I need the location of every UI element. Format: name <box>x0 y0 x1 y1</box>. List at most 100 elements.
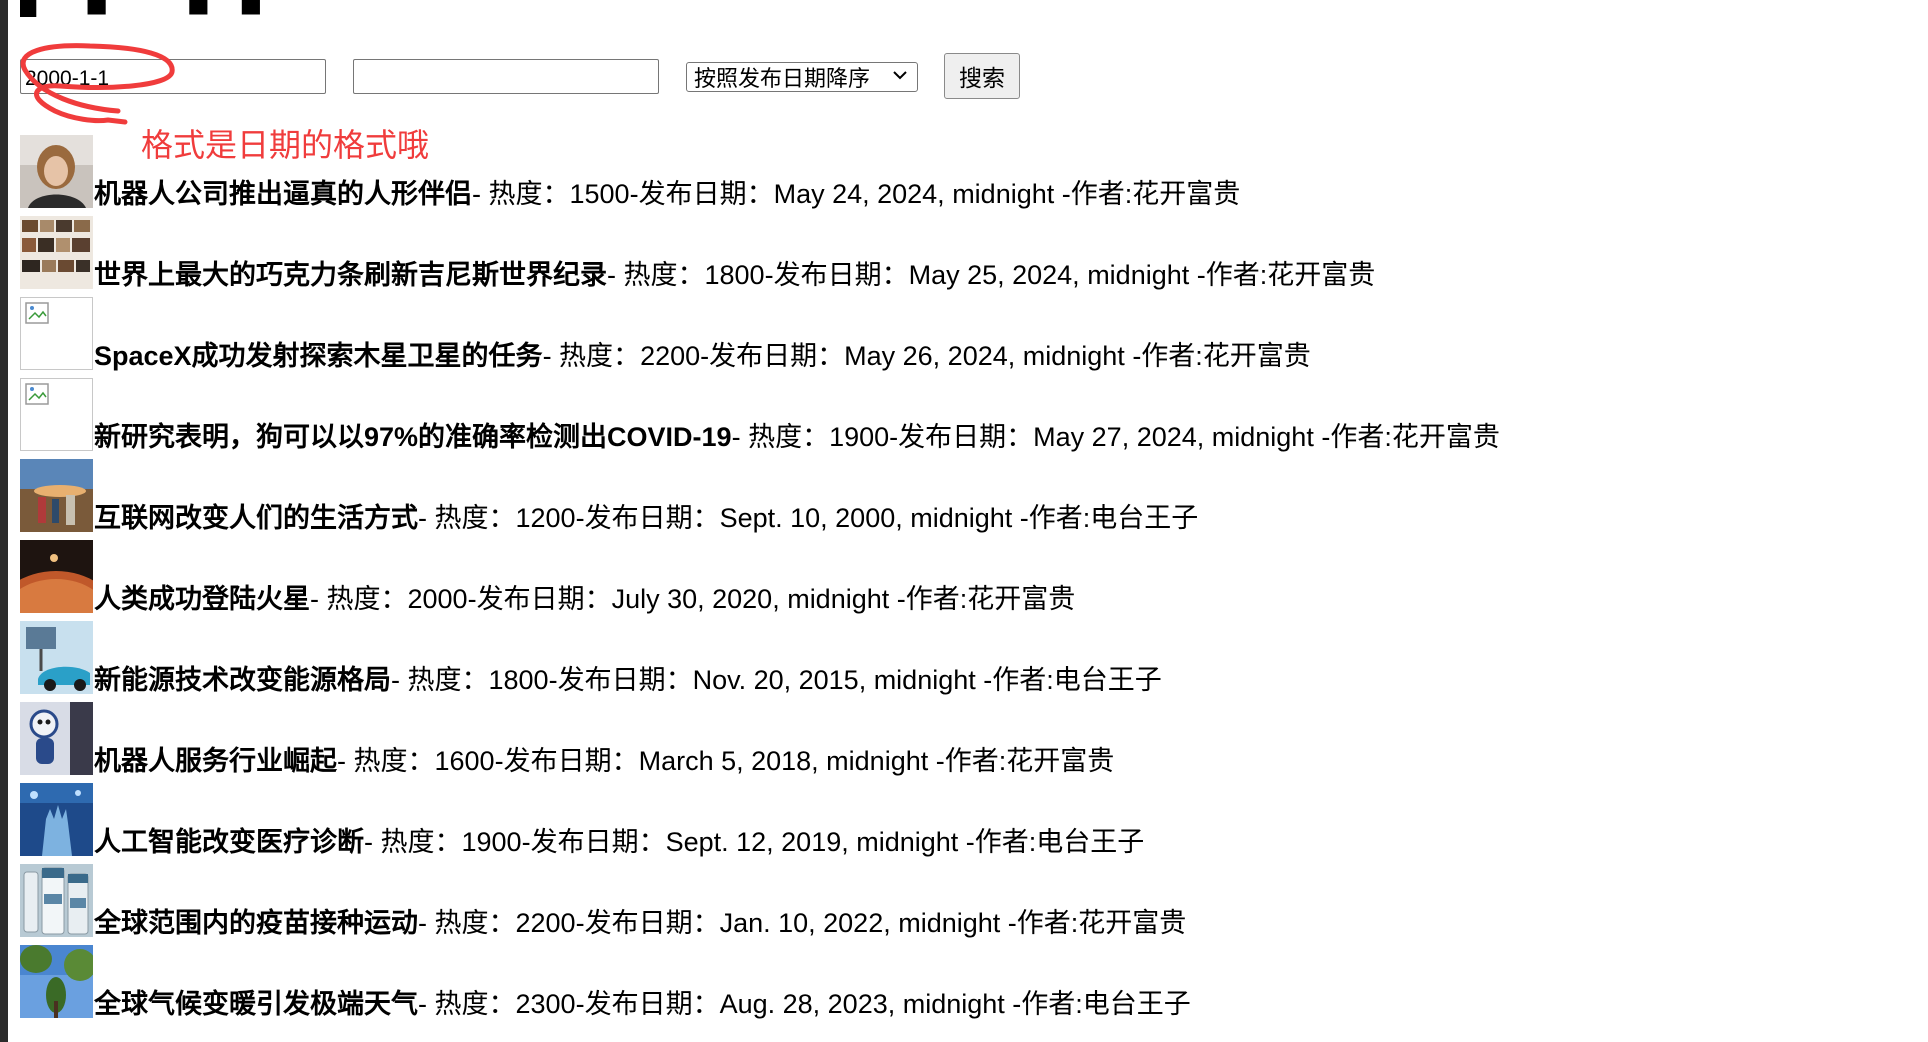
news-line: SpaceX成功发射探索木星卫星的任务- 热度：2200-发布日期：May 26… <box>94 340 1311 372</box>
author-label: -作者: <box>1012 503 1091 533</box>
news-title-link[interactable]: 全球范围内的疫苗接种运动 <box>94 908 418 938</box>
heat-label: - 热度： <box>391 665 489 695</box>
author-label: -作者: <box>1000 908 1079 938</box>
author-label: -作者: <box>889 584 968 614</box>
news-title-link[interactable]: 全球气候变暖引发极端天气 <box>94 989 418 1019</box>
news-title-link[interactable]: 互联网改变人们的生活方式 <box>94 503 418 533</box>
date-label: -发布日期： <box>467 584 612 614</box>
start-date-input[interactable] <box>20 59 326 94</box>
news-line: 世界上最大的巧克力条刷新吉尼斯世界纪录- 热度：1800-发布日期：May 25… <box>94 259 1375 291</box>
annotation-text: 格式是日期的格式哦 <box>141 127 430 163</box>
date-label: -发布日期： <box>521 827 666 857</box>
author-name: 花开富贵 <box>1391 422 1500 452</box>
heat-value: 1200 <box>515 503 576 533</box>
publish-date: May 25, 2024, midnight <box>908 260 1190 290</box>
news-line: 新研究表明，狗可以以97%的准确率检测出COVID-19- 热度：1900-发布… <box>94 421 1500 453</box>
heat-label: - 热度： <box>364 827 462 857</box>
publish-date: July 30, 2020, midnight <box>611 584 890 614</box>
publish-date: May 24, 2024, midnight <box>773 179 1055 209</box>
portrait-image <box>20 135 93 208</box>
date-label: -发布日期： <box>548 665 693 695</box>
author-label: -作者: <box>1313 422 1392 452</box>
news-line: 新能源技术改变能源格局- 热度：1800-发布日期：Nov. 20, 2015,… <box>94 664 1162 696</box>
author-name: 电台王子 <box>1090 503 1199 533</box>
author-name: 花开富贵 <box>1132 179 1241 209</box>
vaccine-vials-image <box>20 864 93 937</box>
sort-order-select[interactable]: 按照发布日期降序 <box>686 62 918 92</box>
heat-label: - 热度： <box>418 908 516 938</box>
news-title-link[interactable]: 机器人服务行业崛起 <box>94 746 337 776</box>
search-button[interactable]: 搜索 <box>944 53 1020 99</box>
author-name: 电台王子 <box>1082 989 1191 1019</box>
publish-date: Nov. 20, 2015, midnight <box>692 665 976 695</box>
date-label: -发布日期： <box>889 422 1034 452</box>
news-line: 互联网改变人们的生活方式- 热度：1200-发布日期：Sept. 10, 200… <box>94 502 1198 534</box>
broken-image-icon <box>20 378 93 451</box>
heat-value: 2000 <box>407 584 468 614</box>
electric-car-image <box>20 621 93 694</box>
date-label: -发布日期： <box>764 260 909 290</box>
heat-value: 1800 <box>488 665 549 695</box>
heat-value: 2300 <box>515 989 576 1019</box>
window-edge <box>0 0 8 1042</box>
date-label: -发布日期： <box>575 989 720 1019</box>
publish-date: Aug. 28, 2023, midnight <box>719 989 1005 1019</box>
heat-label: - 热度： <box>607 260 705 290</box>
heat-label: - 热度： <box>418 989 516 1019</box>
sort-order-selected: 按照发布日期降序 <box>694 66 871 91</box>
date-label: -发布日期： <box>700 341 845 371</box>
author-name: 花开富贵 <box>1202 341 1311 371</box>
author-label: -作者: <box>928 746 1007 776</box>
author-label: -作者: <box>1054 179 1133 209</box>
publish-date: March 5, 2018, midnight <box>638 746 929 776</box>
news-line: 全球气候变暖引发极端天气- 热度：2300-发布日期：Aug. 28, 2023… <box>94 988 1191 1020</box>
news-title-link[interactable]: 新研究表明，狗可以以97%的准确率检测出COVID-19 <box>94 422 732 452</box>
heat-value: 2200 <box>640 341 701 371</box>
heat-label: - 热度： <box>731 422 830 452</box>
news-title-link[interactable]: 机器人公司推出逼真的人形伴侣 <box>94 179 472 209</box>
heat-label: - 热度： <box>310 584 408 614</box>
news-line: 机器人公司推出逼真的人形伴侣- 热度：1500-发布日期：May 24, 202… <box>94 178 1240 210</box>
end-date-input[interactable] <box>353 59 659 94</box>
news-title-link[interactable]: 世界上最大的巧克力条刷新吉尼斯世界纪录 <box>94 260 607 290</box>
author-name: 电台王子 <box>1053 665 1162 695</box>
date-label: -发布日期： <box>575 503 720 533</box>
publish-date: May 27, 2024, midnight <box>1033 422 1314 452</box>
author-label: -作者: <box>1124 341 1203 371</box>
author-label: -作者: <box>958 827 1037 857</box>
author-name: 花开富贵 <box>1267 260 1376 290</box>
people-landscape-image <box>20 459 93 532</box>
medical-hand-image <box>20 783 93 856</box>
robot-image <box>20 702 93 775</box>
author-label: -作者: <box>975 665 1054 695</box>
mars-image <box>20 540 93 613</box>
date-label: -发布日期： <box>575 908 720 938</box>
heat-label: - 热度： <box>418 503 516 533</box>
heat-value: 1600 <box>434 746 495 776</box>
news-line: 人类成功登陆火星- 热度：2000-发布日期：July 30, 2020, mi… <box>94 583 1075 615</box>
news-line: 全球范围内的疫苗接种运动- 热度：2200-发布日期：Jan. 10, 2022… <box>94 907 1186 939</box>
heat-label: - 热度： <box>337 746 435 776</box>
heat-value: 1900 <box>829 422 890 452</box>
heat-value: 1800 <box>704 260 765 290</box>
publish-date: May 26, 2024, midnight <box>844 341 1125 371</box>
date-label: -发布日期： <box>494 746 639 776</box>
news-line: 人工智能改变医疗诊断- 热度：1900-发布日期：Sept. 12, 2019,… <box>94 826 1144 858</box>
broken-image-icon <box>20 297 93 370</box>
heat-label: - 热度： <box>542 341 641 371</box>
news-title-link[interactable]: 新能源技术改变能源格局 <box>94 665 391 695</box>
heat-label: - 热度： <box>472 179 570 209</box>
trees-sky-image <box>20 945 93 1018</box>
heat-value: 1500 <box>569 179 630 209</box>
crowd-collage-image <box>20 216 93 289</box>
page-heading-cutoff: ▌▘▖▝ ▗▘▖ <box>20 0 278 14</box>
author-name: 花开富贵 <box>1078 908 1187 938</box>
chevron-down-icon <box>891 66 909 89</box>
heat-value: 1900 <box>461 827 522 857</box>
date-label: -发布日期： <box>629 179 774 209</box>
author-name: 花开富贵 <box>1006 746 1115 776</box>
news-title-link[interactable]: 人工智能改变医疗诊断 <box>94 827 364 857</box>
news-title-link[interactable]: SpaceX成功发射探索木星卫星的任务 <box>94 341 543 371</box>
news-title-link[interactable]: 人类成功登陆火星 <box>94 584 310 614</box>
author-label: -作者: <box>1189 260 1268 290</box>
